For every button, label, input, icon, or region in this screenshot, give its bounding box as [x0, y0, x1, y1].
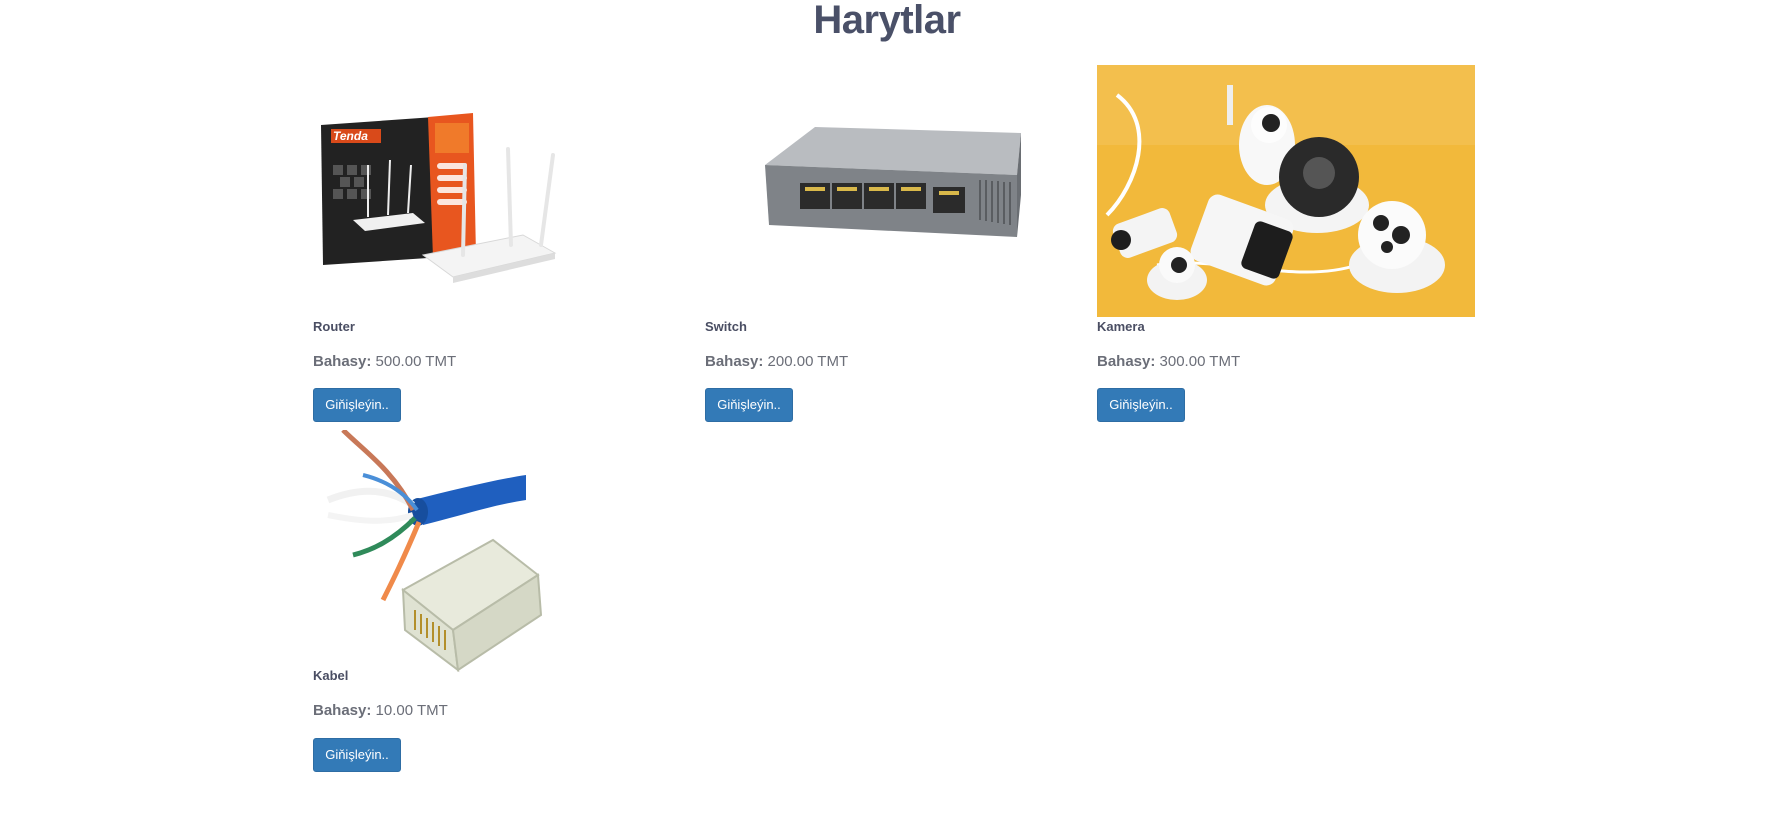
price-value: 10.00 TMT	[375, 702, 448, 719]
router-brand-text: Tenda	[333, 129, 368, 143]
product-price: Bahasy: 300.00 TMT	[1097, 353, 1240, 370]
product-card-kabel: Kabel Bahasy: 10.00 TMT Giňişleýin..	[313, 425, 693, 785]
price-value: 200.00 TMT	[767, 353, 849, 370]
product-card-router: Tenda Router Bahasy: 500.00 TMT Giňişleý…	[313, 65, 693, 425]
cable-image[interactable]	[323, 428, 553, 685]
price-label: Bahasy:	[313, 702, 372, 719]
product-price: Bahasy: 200.00 TMT	[705, 353, 848, 370]
details-button-kabel[interactable]: Giňişleýin..	[313, 738, 401, 772]
product-name[interactable]: Switch	[705, 319, 747, 334]
details-button-router[interactable]: Giňişleýin..	[313, 388, 401, 422]
product-price: Bahasy: 10.00 TMT	[313, 702, 448, 719]
switch-image[interactable]	[765, 125, 1025, 260]
price-label: Bahasy:	[705, 353, 764, 370]
camera-image[interactable]	[1097, 65, 1475, 322]
router-image[interactable]: Tenda	[313, 105, 563, 290]
product-price: Bahasy: 500.00 TMT	[313, 353, 456, 370]
price-value: 500.00 TMT	[375, 353, 457, 370]
price-value: 300.00 TMT	[1159, 353, 1241, 370]
product-name[interactable]: Kamera	[1097, 319, 1145, 334]
product-card-kamera: Kamera Bahasy: 300.00 TMT Giňişleýin..	[1097, 65, 1477, 425]
details-button-switch[interactable]: Giňişleýin..	[705, 388, 793, 422]
price-label: Bahasy:	[313, 353, 372, 370]
page-title: Harytlar	[813, 0, 961, 42]
price-label: Bahasy:	[1097, 353, 1156, 370]
details-button-kamera[interactable]: Giňişleýin..	[1097, 388, 1185, 422]
product-card-switch: Switch Bahasy: 200.00 TMT Giňişleýin..	[705, 65, 1085, 425]
product-name[interactable]: Kabel	[313, 668, 348, 683]
product-name[interactable]: Router	[313, 319, 355, 334]
